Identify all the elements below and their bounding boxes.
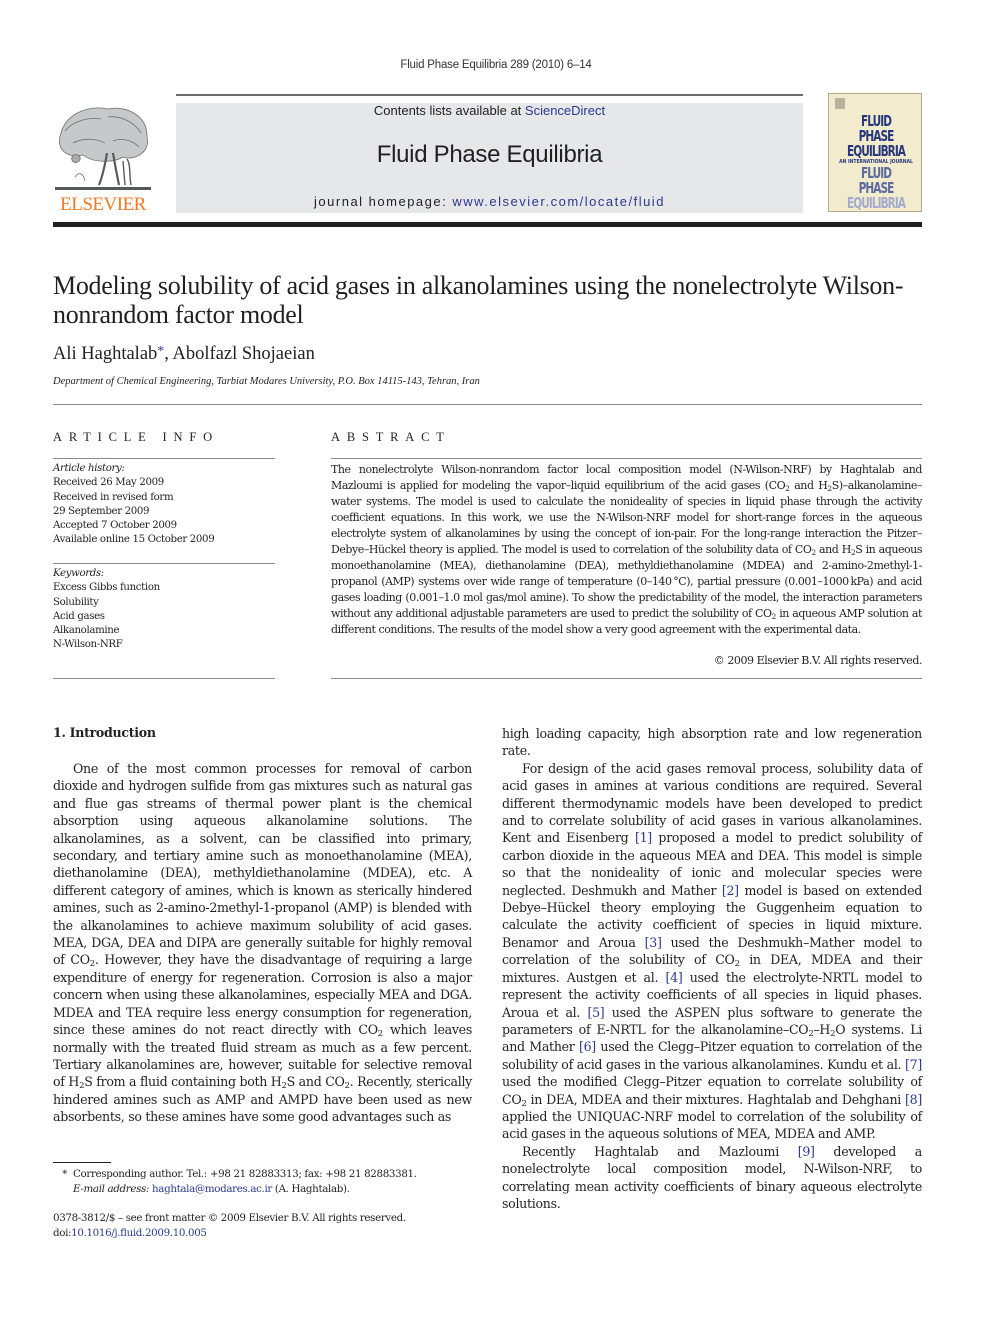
masthead-top-rule <box>176 94 803 96</box>
divider <box>331 678 922 679</box>
citation-link[interactable]: [3] <box>645 935 662 950</box>
cover-emblem-icon <box>835 98 845 109</box>
abstract-span: and H <box>789 479 828 492</box>
citation-link[interactable]: [5] <box>587 1005 604 1020</box>
corresponding-author-footnote: * Corresponding author. Tel.: +98 21 8288… <box>53 1167 473 1197</box>
history-item: 29 September 2009 <box>53 505 150 517</box>
body-column-right: high loading capacity, high absorption r… <box>502 725 922 1212</box>
divider <box>53 404 922 405</box>
paragraph: Recently Haghtalab and Mazloumi [9] deve… <box>502 1143 922 1213</box>
masthead-bottom-rule <box>53 222 922 227</box>
section-heading-introduction: 1. Introduction <box>53 725 156 740</box>
paragraph: One of the most common processes for rem… <box>53 760 472 1126</box>
cover-line: EQUILIBRIA <box>846 142 906 160</box>
divider <box>331 458 922 459</box>
keywords-label: Keywords: <box>53 568 104 579</box>
keywords: Keywords: Excess Gibbs function Solubili… <box>53 567 275 653</box>
footnote-mark: * <box>62 1168 67 1180</box>
doi-prefix: doi: <box>53 1227 72 1239</box>
history-label: Article history: <box>53 463 125 474</box>
contents-prefix: Contents lists available at <box>373 103 525 118</box>
paragraph: For design of the acid gases removal pro… <box>502 760 922 1143</box>
divider <box>53 458 275 459</box>
citation-link[interactable]: [4] <box>666 970 683 985</box>
article-info-heading: ARTICLE INFO <box>53 430 219 444</box>
abstract-span: and H <box>815 543 851 556</box>
abstract-copyright: © 2009 Elsevier B.V. All rights reserved… <box>713 654 923 667</box>
elsevier-tree-icon <box>55 107 151 190</box>
history-item: Available online 15 October 2009 <box>53 534 215 546</box>
keyword-item: Alkanolamine <box>53 625 120 637</box>
elsevier-wordmark: ELSEVIER <box>60 194 146 215</box>
footnote-rule <box>53 1162 111 1163</box>
paragraph: high loading capacity, high absorption r… <box>502 726 922 759</box>
history-item: Received 26 May 2009 <box>53 477 164 489</box>
keyword-item: Acid gases <box>53 610 105 622</box>
author-name: Ali Haghtalab <box>53 344 158 364</box>
history-item: Received in revised form <box>53 491 174 503</box>
author-email-link[interactable]: haghtala@modares.ac.ir <box>152 1183 272 1195</box>
running-head: Fluid Phase Equilibria 289 (2010) 6–14 <box>400 59 592 71</box>
citation-link[interactable]: [8] <box>905 1092 922 1107</box>
text-span: Recently Haghtalab and Mazloumi <box>522 1143 798 1159</box>
divider <box>53 678 275 679</box>
citation-link[interactable]: [2] <box>722 883 739 898</box>
citation-link[interactable]: [9] <box>798 1144 815 1159</box>
journal-homepage-link[interactable]: www.elsevier.com/locate/fluid <box>452 194 665 209</box>
divider <box>53 563 275 564</box>
author-separator: , <box>164 344 173 364</box>
text-span: applied the UNIQUAC-NRF model to correla… <box>502 1108 922 1142</box>
citation-link[interactable]: [1] <box>635 830 652 845</box>
email-label: E-mail address: <box>73 1183 150 1195</box>
elsevier-logo[interactable]: ELSEVIER <box>53 103 153 215</box>
abstract-heading: ABSTRACT <box>331 430 451 444</box>
keyword-item: Excess Gibbs function <box>53 582 160 594</box>
text-span: S and CO <box>286 1074 345 1090</box>
homepage-line: journal homepage: www.elsevier.com/locat… <box>176 194 803 209</box>
author-name: Abolfazl Shojaeian <box>172 344 315 364</box>
history-item: Accepted 7 October 2009 <box>53 520 177 532</box>
affiliation: Department of Chemical Engineering, Tarb… <box>53 376 480 387</box>
keyword-item: N-Wilson-NRF <box>53 639 123 651</box>
text-span: S from a fluid containing both H <box>84 1074 282 1090</box>
text-span: in DEA, MDEA and their mixtures. Haghtal… <box>526 1091 906 1107</box>
text-span: –H <box>813 1021 831 1037</box>
doi-link[interactable]: 10.1016/j.fluid.2009.10.005 <box>71 1227 207 1239</box>
abstract-text: The nonelectrolyte Wilson-nonrandom fact… <box>331 462 922 638</box>
keyword-item: Solubility <box>53 596 99 608</box>
article-history: Article history: Received 26 May 2009 Re… <box>53 462 275 548</box>
corresponding-author-contact: Corresponding author. Tel.: +98 21 82883… <box>73 1168 417 1180</box>
email-suffix: (A. Haghtalab). <box>271 1183 350 1195</box>
journal-cover-thumbnail[interactable]: FLUID PHASE EQUILIBRIA AN INTERNATIONAL … <box>828 93 922 212</box>
journal-title: Fluid Phase Equilibria <box>376 141 603 168</box>
sciencedirect-link[interactable]: ScienceDirect <box>525 103 605 118</box>
homepage-prefix: journal homepage: <box>314 194 453 209</box>
body-column-left: One of the most common processes for rem… <box>53 760 472 1126</box>
citation-link[interactable]: [7] <box>905 1057 922 1072</box>
issn-line: 0378-3812/$ – see front matter © 2009 El… <box>53 1212 406 1224</box>
cover-line: FLUID PHASE <box>858 164 895 197</box>
front-matter: 0378-3812/$ – see front matter © 2009 El… <box>53 1211 483 1241</box>
text-span: One of the most common processes for rem… <box>53 761 472 968</box>
journal-masthead: Contents lists available at ScienceDirec… <box>176 103 803 213</box>
author-list: Ali Haghtalab*, Abolfazl Shojaeian <box>53 344 315 365</box>
cover-title: FLUID PHASE EQUILIBRIA AN INTERNATIONAL … <box>835 114 917 211</box>
contents-line: Contents lists available at ScienceDirec… <box>176 103 803 118</box>
cover-line: FLUID PHASE <box>858 112 895 145</box>
article-title: Modeling solubility of acid gases in alk… <box>53 271 904 329</box>
citation-link[interactable]: [6] <box>579 1039 596 1054</box>
cover-line: EQUILIBRIA <box>846 194 906 212</box>
